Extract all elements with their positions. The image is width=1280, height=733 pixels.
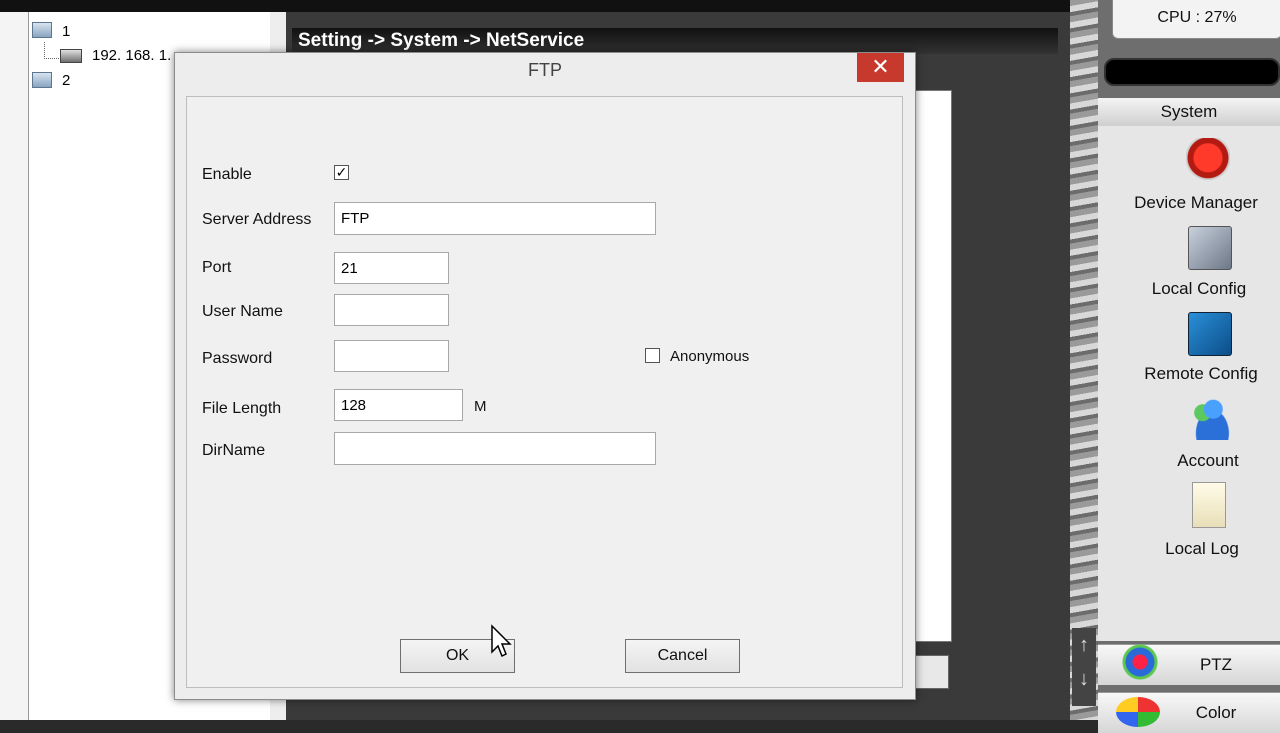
port-input[interactable] <box>334 252 449 284</box>
enable-label: Enable <box>202 166 252 183</box>
password-input[interactable] <box>334 340 449 372</box>
user-name-label: User Name <box>202 303 283 320</box>
local-config-icon[interactable] <box>1188 226 1232 270</box>
file-length-unit: M <box>474 398 487 415</box>
group-icon <box>32 22 52 38</box>
remote-config-icon[interactable] <box>1188 312 1232 356</box>
enable-checkbox[interactable]: ✓ <box>334 165 349 180</box>
account-icon[interactable] <box>1186 396 1230 440</box>
dirname-label: DirName <box>202 442 266 459</box>
cancel-button[interactable]: Cancel <box>625 639 740 673</box>
anonymous-label[interactable]: Anonymous <box>670 348 749 365</box>
dialog-title: FTP <box>528 60 562 80</box>
group-icon <box>32 72 52 88</box>
port-label: Port <box>202 259 232 276</box>
file-length-input[interactable] <box>334 389 463 421</box>
dirname-input[interactable] <box>334 432 656 465</box>
account-label[interactable]: Account <box>1117 451 1280 471</box>
background-image-strip <box>1070 0 1098 720</box>
left-edge <box>0 12 28 720</box>
cpu-indicator: CPU : 27% <box>1112 0 1280 39</box>
anonymous-checkbox[interactable] <box>645 348 660 363</box>
remote-config-label[interactable]: Remote Config <box>1110 364 1280 384</box>
local-log-icon[interactable] <box>1192 482 1226 528</box>
top-bar <box>0 0 1070 12</box>
tree-node-device[interactable]: 192. 168. 1. <box>92 47 171 64</box>
close-button[interactable]: ✕ <box>857 53 904 82</box>
status-bar <box>1104 58 1280 86</box>
device-icon <box>60 49 82 63</box>
scroll-arrows[interactable]: ↑ ↓ <box>1072 628 1096 706</box>
breadcrumb: Setting -> System -> NetService <box>292 28 1058 54</box>
mouse-cursor-icon <box>491 624 512 658</box>
server-address-label: Server Address <box>202 211 312 228</box>
file-length-label: File Length <box>202 400 282 417</box>
tree-node-2[interactable]: 2 <box>62 72 70 89</box>
device-manager-label[interactable]: Device Manager <box>1105 193 1280 213</box>
dialog-body <box>186 96 903 688</box>
user-name-input[interactable] <box>334 294 449 326</box>
arrow-up-icon[interactable]: ↑ <box>1072 628 1096 662</box>
close-icon: ✕ <box>871 54 890 79</box>
password-label: Password <box>202 350 273 367</box>
color-icon <box>1116 697 1160 727</box>
server-address-input[interactable] <box>334 202 656 235</box>
tree-connector <box>44 42 59 59</box>
device-manager-icon[interactable] <box>1186 138 1230 182</box>
tree-node-1[interactable]: 1 <box>62 23 70 40</box>
system-header[interactable]: System <box>1098 98 1280 126</box>
local-config-label[interactable]: Local Config <box>1108 279 1280 299</box>
ptz-icon <box>1122 644 1158 680</box>
local-log-label[interactable]: Local Log <box>1111 539 1280 559</box>
arrow-down-icon[interactable]: ↓ <box>1072 662 1096 696</box>
